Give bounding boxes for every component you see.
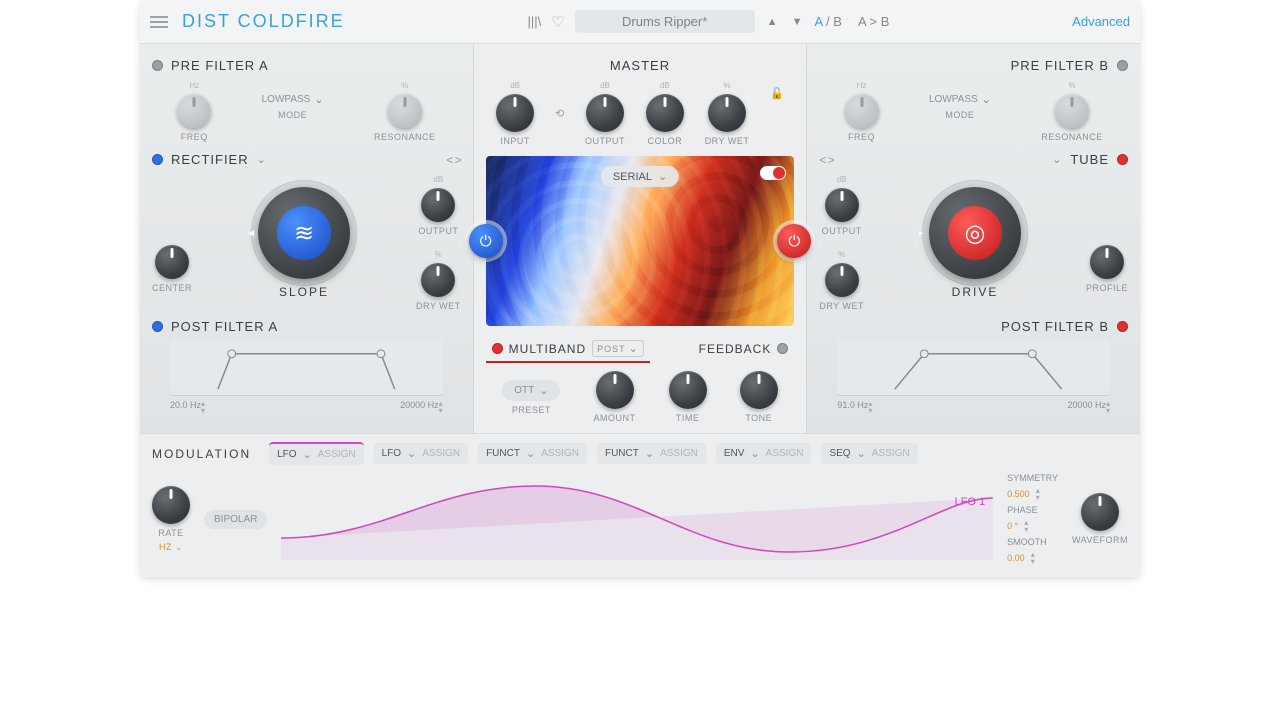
master-drywet-knob[interactable] [708, 94, 746, 132]
dist-a-enable-dot[interactable] [152, 154, 163, 165]
master-input-knob[interactable] [496, 94, 534, 132]
chevron-down-icon: ⌄ [982, 93, 991, 106]
bipolar-button[interactable]: BIPOLAR [204, 510, 267, 529]
multiband-time-knob[interactable] [669, 371, 707, 409]
multiband-preset-select[interactable]: OTT⌄ [502, 380, 560, 401]
prefilter-a-header[interactable]: PRE FILTER A [152, 58, 461, 73]
mod-params: SYMMETRY0.500▴▾ PHASE0 °▴▾ SMOOTH0.00▴▾ [1007, 473, 1058, 565]
stepper-icon[interactable]: ▴▾ [1031, 551, 1035, 565]
main-panel: PRE FILTER A HzFREQ LOWPASS⌄MODE %RESONA… [140, 44, 1140, 433]
dist-a-header: RECTIFIER ⌄ < > [152, 152, 461, 167]
preset-next-icon[interactable]: ▼ [790, 16, 805, 28]
mod-slot-4[interactable]: FUNCT⌄ASSIGN [597, 443, 706, 464]
center-column: MASTER dBINPUT ⟲ dBOUTPUT dBCOLOR %DRY W… [473, 44, 808, 433]
dist-b-output-knob[interactable] [825, 188, 859, 222]
modulation-panel: MODULATION LFO⌄ASSIGN LFO⌄ASSIGN FUNCT⌄A… [140, 433, 1140, 577]
lfo-name-label: LFO 1 [955, 496, 986, 508]
feedback-tab[interactable]: FEEDBACK [654, 338, 794, 362]
prefilter-a-freq-knob[interactable] [177, 94, 211, 128]
link-icon[interactable]: ⟲ [555, 107, 564, 120]
postfilter-b-curve[interactable] [837, 340, 1110, 396]
library-icon[interactable]: |||\ [527, 14, 541, 29]
favorite-icon[interactable]: ♡ [551, 13, 564, 31]
app-window: DIST COLDFIRE |||\ ♡ Drums Ripper* ▲ ▼ A… [140, 0, 1140, 577]
dist-a-pager[interactable]: < > [446, 153, 460, 167]
mod-waveform-knob[interactable] [1081, 493, 1119, 531]
lock-icon[interactable]: 🔓 [770, 87, 784, 100]
feedback-enable-dot[interactable] [777, 343, 788, 354]
dist-b-drywet-knob[interactable] [825, 263, 859, 297]
prefilter-b-res-knob[interactable] [1055, 94, 1089, 128]
visualizer-toggle[interactable] [760, 166, 786, 180]
routing-select[interactable]: SERIAL⌄ [601, 166, 679, 187]
dist-b-type-chevron-icon[interactable]: ⌄ [1052, 153, 1062, 166]
dist-b-power-button[interactable]: ⏻ [777, 224, 811, 258]
plugin-title: DIST COLDFIRE [182, 11, 345, 32]
lfo-display[interactable]: LFO 1 [281, 478, 993, 560]
prefilter-a-enable-dot[interactable] [152, 60, 163, 71]
stepper-icon[interactable]: ▴▾ [439, 400, 443, 414]
dist-a-drywet-knob[interactable] [421, 263, 455, 297]
ab-copy-button[interactable]: A > B [858, 14, 889, 29]
stepper-icon[interactable]: ▴▾ [1024, 519, 1028, 533]
dist-a-slope-knob[interactable]: ◀≋ [258, 187, 350, 279]
stepper-icon[interactable]: ▴▾ [1036, 487, 1040, 501]
mod-slot-6[interactable]: SEQ⌄ASSIGN [821, 443, 917, 464]
prefilter-b-freq-knob[interactable] [845, 94, 879, 128]
multiband-tone-knob[interactable] [740, 371, 778, 409]
multiband-tab[interactable]: MULTIBANDPOST⌄ [486, 336, 650, 363]
multiband-enable-dot[interactable] [492, 343, 503, 354]
postfilter-a-enable-dot[interactable] [152, 321, 163, 332]
mod-slot-2[interactable]: LFO⌄ASSIGN [374, 443, 468, 464]
dist-b-profile-knob[interactable] [1090, 245, 1124, 279]
stepper-icon[interactable]: ▴▾ [1106, 400, 1110, 414]
dist-a-output-knob[interactable] [421, 188, 455, 222]
preset-name[interactable]: Drums Ripper* [575, 10, 755, 33]
right-column: PRE FILTER B HzFREQ LOWPASS⌄MODE %RESONA… [807, 44, 1140, 433]
mod-slot-3[interactable]: FUNCT⌄ASSIGN [478, 443, 587, 464]
smooth-value[interactable]: 0.00 [1007, 553, 1025, 563]
dist-b-enable-dot[interactable] [1117, 154, 1128, 165]
prefilter-a-res-knob[interactable] [388, 94, 422, 128]
left-column: PRE FILTER A HzFREQ LOWPASS⌄MODE %RESONA… [140, 44, 473, 433]
coil-icon: ≋ [294, 219, 314, 248]
prefilter-a-mode-select[interactable]: LOWPASS⌄ [262, 93, 324, 106]
tube-icon: ◎ [965, 219, 986, 248]
dist-b-pager[interactable]: < > [819, 153, 833, 167]
ab-selector[interactable]: A / B [814, 14, 841, 29]
modulation-title: MODULATION [152, 447, 251, 461]
prefilter-b-enable-dot[interactable] [1117, 60, 1128, 71]
header-bar: DIST COLDFIRE |||\ ♡ Drums Ripper* ▲ ▼ A… [140, 0, 1140, 44]
mod-slot-5[interactable]: ENV⌄ASSIGN [716, 443, 812, 464]
phase-value[interactable]: 0 ° [1007, 521, 1018, 531]
dist-a-power-button[interactable]: ⏻ [469, 224, 503, 258]
dist-b-drive-knob[interactable]: ▸◎ [929, 187, 1021, 279]
symmetry-value[interactable]: 0.500 [1007, 489, 1030, 499]
dist-a-type-chevron-icon[interactable]: ⌄ [257, 153, 267, 166]
mod-rate-unit[interactable]: HZ ⌄ [159, 542, 183, 553]
master-output-knob[interactable] [586, 94, 624, 132]
prefilter-b-mode-select[interactable]: LOWPASS⌄ [929, 93, 991, 106]
postfilter-b-enable-dot[interactable] [1117, 321, 1128, 332]
advanced-button[interactable]: Advanced [1072, 14, 1130, 29]
dist-a-center-knob[interactable] [155, 245, 189, 279]
mod-rate-knob[interactable] [152, 486, 190, 524]
multiband-post-select[interactable]: POST⌄ [592, 340, 644, 357]
menu-icon[interactable] [150, 16, 168, 28]
master-color-knob[interactable] [646, 94, 684, 132]
prefilter-b-header[interactable]: PRE FILTER B [819, 58, 1128, 73]
master-header: MASTER [486, 58, 795, 73]
dist-b-header: < > ⌄ TUBE [819, 152, 1128, 167]
multiband-amount-knob[interactable] [596, 371, 634, 409]
mod-slot-1[interactable]: LFO⌄ASSIGN [269, 442, 363, 465]
chevron-down-icon: ⌄ [658, 170, 667, 183]
preset-prev-icon[interactable]: ▲ [765, 16, 780, 28]
postfilter-b-header[interactable]: POST FILTER B [819, 319, 1128, 334]
chevron-down-icon: ⌄ [314, 93, 323, 106]
postfilter-a-curve[interactable] [170, 340, 443, 396]
postfilter-a-header[interactable]: POST FILTER A [152, 319, 461, 334]
